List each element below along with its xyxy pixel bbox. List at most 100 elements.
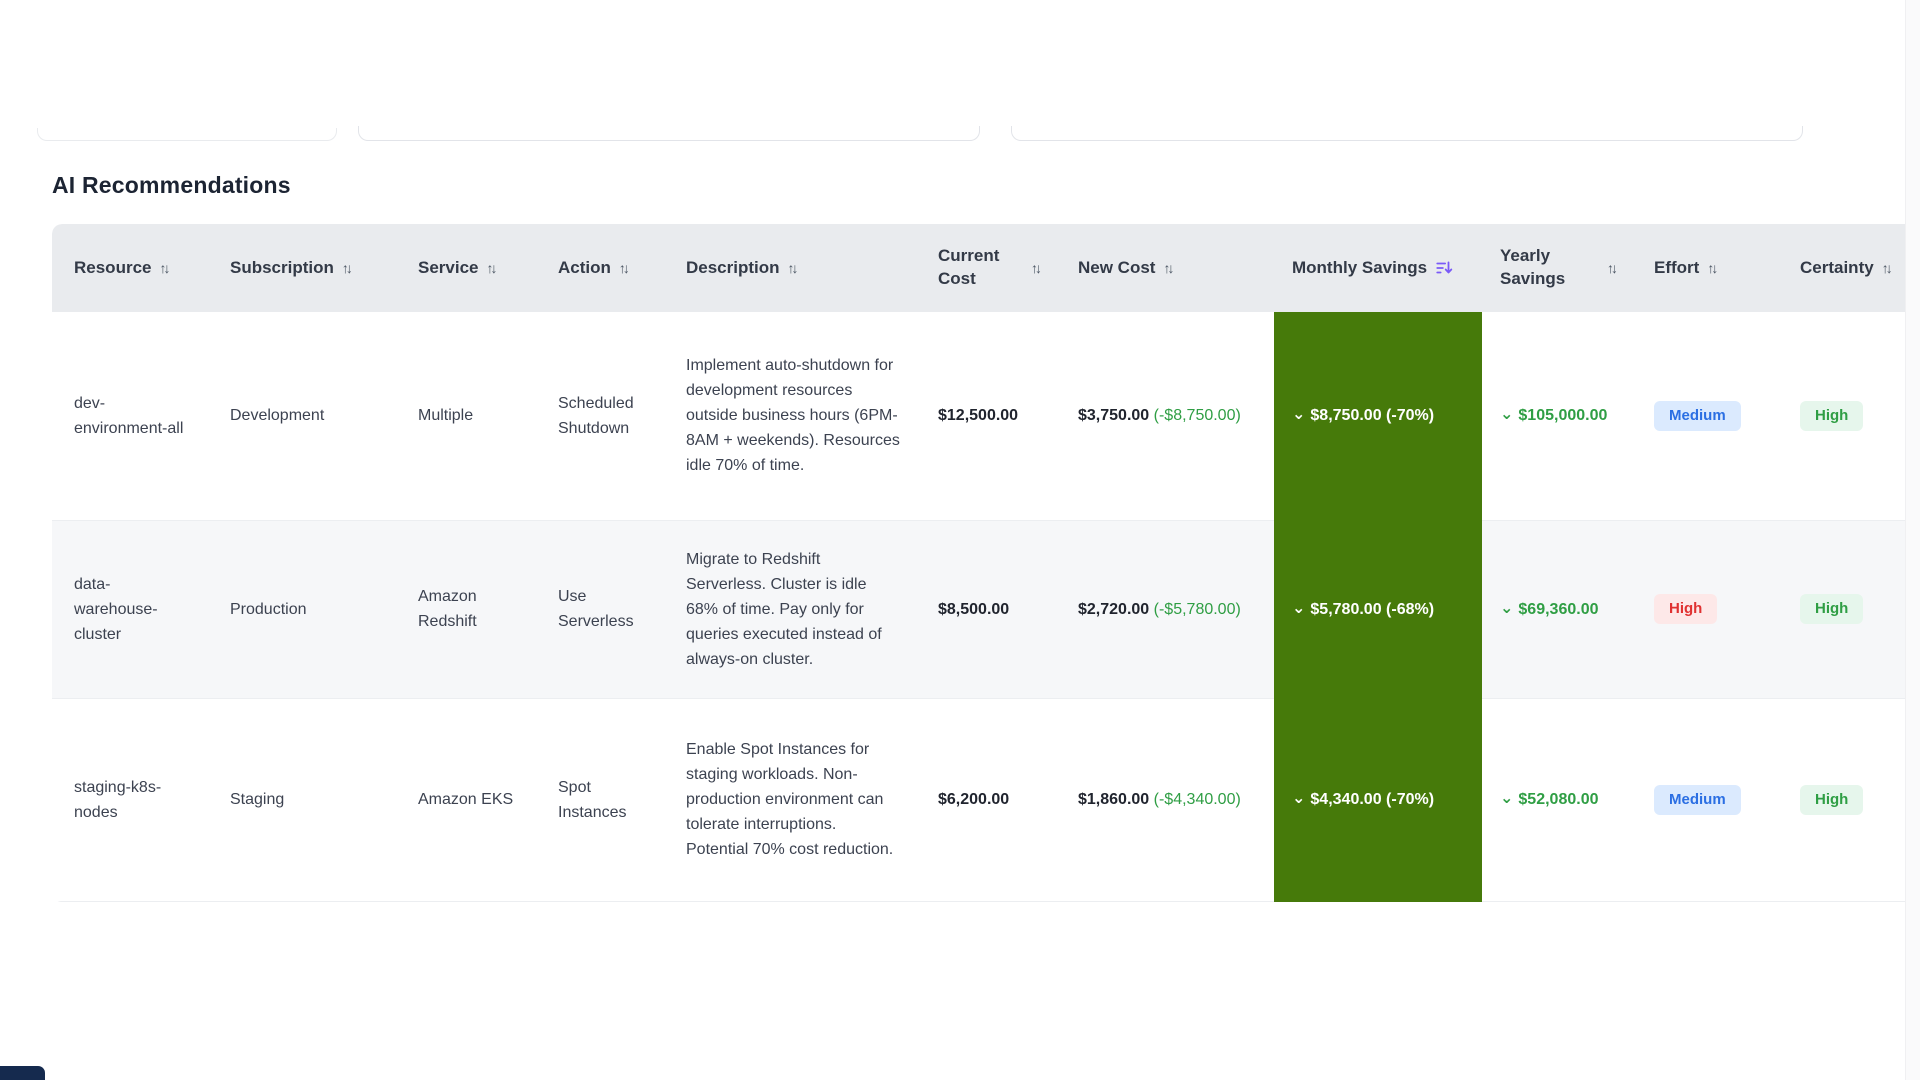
col-header-monthly-savings[interactable]: Monthly Savings <box>1274 224 1482 312</box>
new-cost-value: $3,750.00 <box>1078 407 1150 425</box>
sort-icon[interactable]: ↑↓ <box>1031 260 1042 276</box>
cell-service: Multiple <box>400 312 540 521</box>
sort-icon[interactable]: ↑↓ <box>159 260 170 276</box>
col-label: Yearly Savings <box>1500 246 1566 288</box>
monthly-savings-value: $8,750.00 (-70%) <box>1310 407 1435 425</box>
recommendations-table: Resource ↑↓ Subscription ↑↓ Service ↑↓ Acti… <box>52 224 1920 902</box>
col-label: Effort <box>1654 257 1700 277</box>
col-header-current-cost[interactable]: Current Cost ↑↓ <box>920 224 1060 312</box>
col-label: Resource <box>74 257 152 277</box>
scrollbar[interactable] <box>1905 0 1920 1080</box>
cell-current-cost: $6,200.00 <box>920 698 1060 902</box>
col-header-yearly-savings[interactable]: Yearly Savings ↑↓ <box>1482 224 1636 312</box>
yearly-savings-value: $52,080.00 <box>1518 791 1599 808</box>
sort-icon[interactable]: ↑↓ <box>1163 260 1174 276</box>
cell-action: Spot Instances <box>540 698 668 902</box>
sort-icon[interactable]: ↑↓ <box>1882 260 1893 276</box>
cell-effort: Medium <box>1636 312 1782 521</box>
col-header-certainty[interactable]: Certainty ↑↓ <box>1782 224 1920 312</box>
cell-subscription: Production <box>212 520 400 699</box>
certainty-badge: High <box>1800 400 1864 431</box>
effort-badge: Medium <box>1654 400 1741 431</box>
col-label: Action <box>558 257 611 277</box>
col-header-service[interactable]: Service ↑↓ <box>400 224 540 312</box>
yearly-savings-value: $69,360.00 <box>1518 600 1599 618</box>
chevron-down-icon[interactable]: ⌄ <box>1500 596 1513 621</box>
cell-service: Amazon EKS <box>400 698 540 902</box>
cell-yearly-savings: ⌄ $52,080.00 <box>1482 698 1636 902</box>
sort-icon[interactable]: ↑↓ <box>342 260 353 276</box>
col-label: Description <box>686 257 780 277</box>
col-header-description[interactable]: Description ↑↓ <box>668 224 920 312</box>
new-cost-delta: (-$5,780.00) <box>1153 600 1241 618</box>
partial-card-right <box>1011 126 1803 141</box>
cell-description: Implement auto-shutdown for development … <box>668 312 920 521</box>
col-label: Current Cost <box>938 246 1000 288</box>
table-row: staging-k8s-nodes Staging Amazon EKS Spo… <box>52 698 1920 902</box>
sort-icon[interactable]: ↑↓ <box>1607 260 1618 276</box>
cell-new-cost: $2,720.00 (-$5,780.00) <box>1060 520 1274 699</box>
cell-action: Use Serverless <box>540 520 668 699</box>
col-header-effort[interactable]: Effort ↑↓ <box>1636 224 1782 312</box>
new-cost-delta: (-$4,340.00) <box>1153 791 1241 808</box>
col-header-subscription[interactable]: Subscription ↑↓ <box>212 224 400 312</box>
cell-new-cost: $3,750.00 (-$8,750.00) <box>1060 312 1274 521</box>
certainty-badge: High <box>1800 594 1864 624</box>
cell-service: Amazon Redshift <box>400 520 540 699</box>
col-label: New Cost <box>1078 257 1156 277</box>
certainty-badge: High <box>1800 784 1864 815</box>
effort-badge: High <box>1654 594 1718 624</box>
monthly-savings-value: $5,780.00 (-68%) <box>1310 600 1435 618</box>
page-title: AI Recommendations <box>52 172 291 198</box>
cell-certainty: High <box>1782 312 1920 521</box>
col-label: Subscription <box>230 257 334 277</box>
chevron-down-icon[interactable]: ⌄ <box>1292 786 1305 811</box>
chevron-down-icon[interactable]: ⌄ <box>1292 596 1305 621</box>
cell-effort: Medium <box>1636 698 1782 902</box>
cell-certainty: High <box>1782 698 1920 902</box>
sort-icon[interactable]: ↑↓ <box>619 260 630 276</box>
cell-current-cost: $8,500.00 <box>920 520 1060 699</box>
cell-effort: High <box>1636 520 1782 699</box>
cell-monthly-savings: ⌄ $5,780.00 (-68%) <box>1274 520 1482 699</box>
cell-subscription: Development <box>212 312 400 521</box>
new-cost-value: $2,720.00 <box>1078 600 1150 618</box>
bottom-left-partial-widget[interactable] <box>0 1066 45 1080</box>
col-label: Monthly Savings <box>1292 257 1428 277</box>
sort-icon[interactable]: ↑↓ <box>788 260 799 276</box>
table-row: data-warehouse-cluster Production Amazon… <box>52 520 1920 699</box>
cell-monthly-savings: ⌄ $4,340.00 (-70%) <box>1274 698 1482 902</box>
col-header-action[interactable]: Action ↑↓ <box>540 224 668 312</box>
sort-icon[interactable]: ↑↓ <box>487 260 498 276</box>
partial-card-left <box>37 128 337 141</box>
yearly-savings-value: $105,000.00 <box>1518 407 1608 425</box>
cell-resource: staging-k8s-nodes <box>52 698 212 902</box>
cell-yearly-savings: ⌄ $105,000.00 <box>1482 312 1636 521</box>
cell-resource: data-warehouse-cluster <box>52 520 212 699</box>
cell-subscription: Staging <box>212 698 400 902</box>
chevron-down-icon[interactable]: ⌄ <box>1500 402 1513 427</box>
monthly-savings-value: $4,340.00 (-70%) <box>1310 791 1435 808</box>
col-label: Service <box>418 257 479 277</box>
cell-certainty: High <box>1782 520 1920 699</box>
cell-resource: dev-environment-all <box>52 312 212 521</box>
chevron-down-icon[interactable]: ⌄ <box>1500 786 1513 811</box>
cell-current-cost: $12,500.00 <box>920 312 1060 521</box>
chevron-down-icon[interactable]: ⌄ <box>1292 402 1305 427</box>
col-header-new-cost[interactable]: New Cost ↑↓ <box>1060 224 1274 312</box>
new-cost-value: $1,860.00 <box>1078 791 1150 808</box>
cell-description: Migrate to Redshift Serverless. Cluster … <box>668 520 920 699</box>
table-header-row: Resource ↑↓ Subscription ↑↓ Service ↑↓ Acti… <box>52 224 1920 312</box>
sort-icon[interactable]: ↑↓ <box>1707 260 1718 276</box>
cell-monthly-savings: ⌄ $8,750.00 (-70%) <box>1274 312 1482 521</box>
cell-yearly-savings: ⌄ $69,360.00 <box>1482 520 1636 699</box>
col-header-resource[interactable]: Resource ↑↓ <box>52 224 212 312</box>
table-row: dev-environment-all Development Multiple… <box>52 312 1920 521</box>
col-label: Certainty <box>1800 257 1874 277</box>
new-cost-delta: (-$8,750.00) <box>1153 407 1241 425</box>
cell-description: Enable Spot Instances for staging worklo… <box>668 698 920 902</box>
partial-card-middle <box>358 126 980 141</box>
cell-action: Scheduled Shutdown <box>540 312 668 521</box>
sort-descending-icon[interactable] <box>1435 259 1453 277</box>
effort-badge: Medium <box>1654 784 1741 815</box>
